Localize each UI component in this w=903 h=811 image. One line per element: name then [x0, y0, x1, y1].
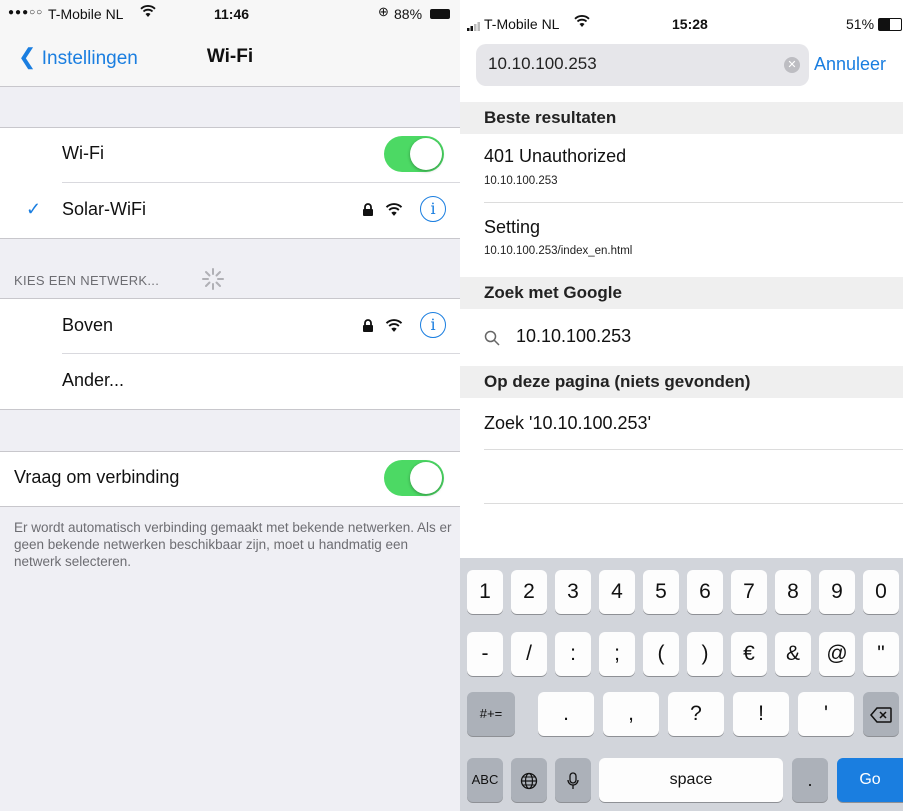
result-url: 10.10.100.253/index_en.html — [484, 245, 633, 257]
top-results-header: Beste resultaten — [460, 102, 903, 134]
search-input-value[interactable]: 10.10.100.253 — [488, 54, 597, 74]
row-separator — [62, 182, 460, 183]
key-9[interactable]: 9 — [819, 570, 855, 614]
cancel-button[interactable]: Annuleer — [814, 54, 886, 75]
top-results-header-label: Beste resultaten — [484, 108, 617, 127]
key-period[interactable]: . — [538, 692, 594, 736]
key-comma[interactable]: , — [603, 692, 659, 736]
google-query: 10.10.100.253 — [516, 326, 632, 346]
key-6[interactable]: 6 — [687, 570, 723, 614]
signal-strength: ●●●○○ — [8, 7, 44, 18]
key-4[interactable]: 4 — [599, 570, 635, 614]
google-search-header-label: Zoek met Google — [484, 283, 622, 302]
key-question[interactable]: ? — [668, 692, 724, 736]
go-button[interactable]: Go — [837, 758, 903, 802]
battery-percentage: 51% — [846, 16, 875, 32]
key-2[interactable]: 2 — [511, 570, 547, 614]
signal-bars-icon — [467, 18, 481, 34]
key-close-paren[interactable]: ) — [687, 632, 723, 676]
microphone-icon[interactable] — [555, 758, 591, 802]
backspace-icon[interactable] — [863, 692, 899, 736]
key-colon[interactable]: : — [555, 632, 591, 676]
battery-percentage: 88% — [394, 6, 423, 22]
symbols-key[interactable]: #+= — [467, 692, 515, 736]
google-suggestion[interactable]: 10.10.100.253 — [460, 310, 903, 364]
result-title: 401 Unauthorized — [484, 146, 627, 166]
battery-icon — [878, 18, 902, 31]
key-dash[interactable]: - — [467, 632, 503, 676]
key-1[interactable]: 1 — [467, 570, 503, 614]
result-title: Setting — [484, 217, 541, 237]
key-open-paren[interactable]: ( — [643, 632, 679, 676]
find-on-page-label: Zoek '10.10.100.253' — [484, 413, 652, 433]
lock-icon — [362, 319, 374, 338]
row-separator — [484, 503, 903, 504]
space-key[interactable]: space — [599, 758, 783, 802]
globe-icon[interactable] — [511, 758, 547, 802]
key-euro[interactable]: € — [731, 632, 767, 676]
info-icon[interactable]: i — [420, 196, 446, 222]
key-8[interactable]: 8 — [775, 570, 811, 614]
key-at[interactable]: @ — [819, 632, 855, 676]
loading-spinner-icon — [200, 266, 226, 297]
network-item-name[interactable]: Boven — [62, 315, 113, 336]
ask-to-join-footer: Er wordt automatisch verbinding gemaakt … — [14, 520, 452, 569]
key-slash[interactable]: / — [511, 632, 547, 676]
wifi-icon — [574, 14, 590, 33]
keyboard: 1 2 3 4 5 6 7 8 9 0 - / : ; ( ) € & @ " … — [460, 558, 903, 811]
row-separator — [62, 353, 460, 354]
checkmark-icon: ✓ — [26, 199, 42, 219]
row-separator — [484, 449, 903, 450]
wifi-toggle[interactable] — [384, 136, 444, 172]
info-icon[interactable]: i — [420, 312, 446, 338]
find-on-page-item[interactable]: Zoek '10.10.100.253' — [460, 399, 903, 449]
toggle-knob — [410, 138, 442, 170]
other-network-item[interactable]: Ander... — [62, 370, 124, 391]
alarm-icon: ⊕ — [378, 4, 389, 19]
key-0[interactable]: 0 — [863, 570, 899, 614]
page-title: Wi-Fi — [206, 46, 254, 67]
wifi-settings-screen: ●●●○○ T-Mobile NL 11:46 ⊕ 88% ❮ Instelli… — [0, 0, 460, 811]
status-time: 15:28 — [672, 16, 708, 32]
result-item[interactable]: Setting 10.10.100.253/index_en.html — [460, 203, 903, 275]
connected-network-name[interactable]: Solar-WiFi — [62, 199, 146, 220]
toggle-knob — [410, 462, 442, 494]
key-quote[interactable]: " — [863, 632, 899, 676]
ask-to-join-toggle[interactable] — [384, 460, 444, 496]
wifi-signal-icon — [385, 202, 403, 222]
search-icon — [484, 330, 500, 351]
result-item[interactable]: 401 Unauthorized 10.10.100.253 — [460, 135, 903, 201]
status-time: 11:46 — [214, 6, 250, 22]
on-page-header: Op deze pagina (niets gevonden) — [460, 366, 903, 398]
clear-icon[interactable]: ✕ — [784, 57, 800, 73]
key-exclamation[interactable]: ! — [733, 692, 789, 736]
wifi-signal-icon — [385, 318, 403, 338]
carrier-label: T-Mobile NL — [484, 16, 560, 32]
key-5[interactable]: 5 — [643, 570, 679, 614]
wifi-row-label: Wi-Fi — [62, 143, 104, 163]
on-page-header-label: Op deze pagina (niets gevonden) — [484, 372, 751, 391]
ask-to-join-label: Vraag om verbinding — [14, 467, 180, 487]
key-3[interactable]: 3 — [555, 570, 591, 614]
carrier-label: T-Mobile NL — [48, 6, 124, 22]
key-apostrophe[interactable]: ' — [798, 692, 854, 736]
result-url: 10.10.100.253 — [484, 175, 558, 187]
key-dot[interactable]: . — [792, 758, 828, 802]
key-semicolon[interactable]: ; — [599, 632, 635, 676]
battery-icon — [430, 9, 450, 19]
key-ampersand[interactable]: & — [775, 632, 811, 676]
choose-network-header: KIES EEN NETWERK... — [14, 273, 160, 288]
google-search-header: Zoek met Google — [460, 277, 903, 309]
abc-key[interactable]: ABC — [467, 758, 503, 802]
status-bar: ●●●○○ T-Mobile NL 11:46 ⊕ 88% — [0, 0, 460, 30]
wifi-icon — [140, 4, 156, 21]
lock-icon — [362, 203, 374, 222]
key-7[interactable]: 7 — [731, 570, 767, 614]
